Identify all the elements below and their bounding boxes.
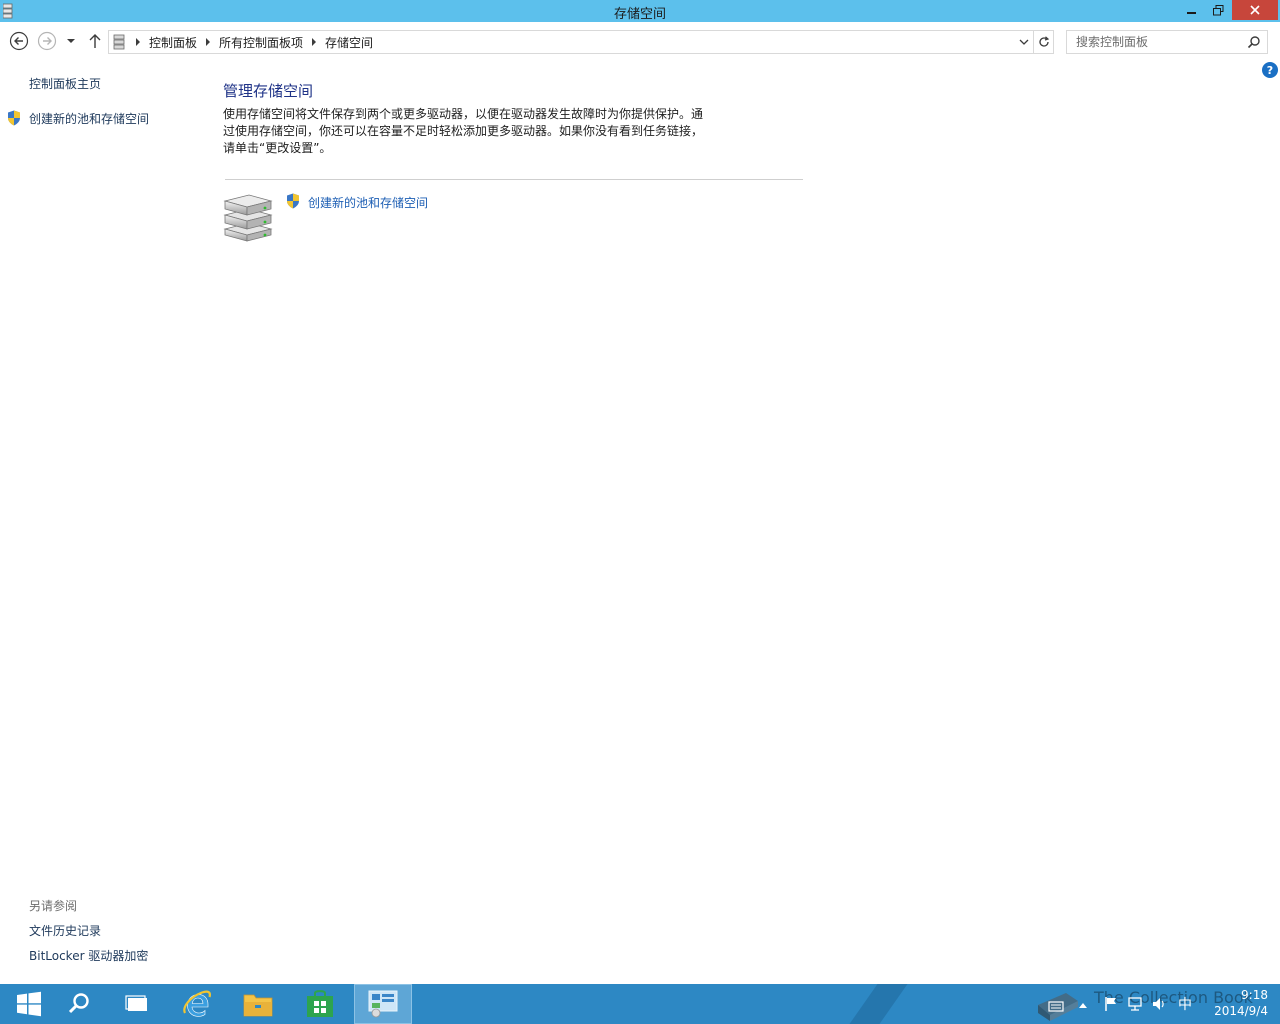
file-history-link[interactable]: 文件历史记录 — [29, 922, 101, 939]
breadcrumb-control-panel[interactable]: 控制面板 — [145, 34, 201, 51]
help-icon[interactable]: ? — [1262, 62, 1278, 78]
breadcrumb: 控制面板 所有控制面板项 存储空间 — [113, 31, 377, 53]
breadcrumb-separator-icon[interactable] — [201, 31, 215, 53]
up-arrow-icon — [89, 34, 101, 48]
task-view-icon — [125, 995, 147, 1011]
breadcrumb-all-items[interactable]: 所有控制面板项 — [215, 34, 307, 51]
ime-indicator[interactable]: 中 — [1178, 994, 1192, 1014]
store-button[interactable] — [291, 984, 349, 1024]
control-panel-home-link[interactable]: 控制面板主页 — [29, 75, 101, 92]
uac-shield-icon — [8, 110, 20, 126]
ie-icon — [183, 990, 211, 1017]
navigation-bar: 控制面板 所有控制面板项 存储空间 — [0, 22, 1280, 60]
breadcrumb-separator-icon[interactable] — [307, 31, 321, 53]
chevron-down-icon — [1019, 39, 1029, 45]
close-button[interactable] — [1232, 0, 1278, 20]
storage-spaces-icon — [113, 34, 125, 50]
minimize-button[interactable] — [1180, 0, 1204, 20]
volume-icon[interactable] — [1151, 996, 1167, 1012]
breadcrumb-separator-icon[interactable] — [131, 31, 145, 53]
clock[interactable]: 9:18 2014/9/4 — [1196, 987, 1268, 1019]
back-button[interactable] — [9, 31, 29, 51]
start-icon — [17, 991, 41, 1017]
clock-time: 9:18 — [1241, 988, 1268, 1002]
create-pool-task-link[interactable]: 创建新的池和存储空间 — [308, 194, 428, 211]
refresh-button[interactable] — [1033, 31, 1053, 53]
file-explorer-button[interactable] — [229, 984, 287, 1024]
taskbar-decoration — [835, 984, 915, 1024]
search-icon[interactable] — [1247, 35, 1261, 49]
recent-dropdown-icon — [67, 39, 75, 43]
keyboard-icon[interactable] — [1048, 998, 1064, 1014]
breadcrumb-storage-spaces[interactable]: 存储空间 — [321, 34, 377, 51]
create-pool-link[interactable]: 创建新的池和存储空间 — [29, 110, 149, 127]
refresh-icon — [1038, 36, 1049, 47]
control-panel-taskbar-button[interactable] — [354, 984, 412, 1024]
internet-explorer-button[interactable] — [168, 984, 226, 1024]
back-arrow-icon — [9, 31, 29, 51]
action-center-flag-icon[interactable] — [1103, 996, 1119, 1012]
see-also-heading: 另请参阅 — [29, 899, 78, 913]
page-description: 使用存储空间将文件保存到两个或更多驱动器，以便在驱动器发生故障时为你提供保护。通… — [223, 107, 704, 155]
clock-date: 2014/9/4 — [1214, 1004, 1268, 1018]
bitlocker-link[interactable]: BitLocker 驱动器加密 — [29, 947, 148, 964]
storage-spaces-icon — [223, 194, 273, 242]
taskbar: The Collection Book 中 9:18 2014/9/4 — [0, 984, 1280, 1024]
search-input[interactable] — [1067, 31, 1245, 53]
search-button[interactable] — [50, 984, 108, 1024]
minimize-icon — [1187, 12, 1196, 14]
uac-shield-icon — [287, 193, 299, 209]
address-bar[interactable]: 控制面板 所有控制面板项 存储空间 — [108, 30, 1054, 54]
left-pane: 控制面板主页 创建新的池和存储空间 另请参阅 文件历史记录 BitLocker … — [0, 60, 200, 980]
file-explorer-icon — [243, 994, 273, 1017]
store-icon — [307, 990, 333, 1017]
forward-button[interactable] — [37, 31, 57, 51]
restore-icon — [1212, 4, 1223, 15]
page-title: 管理存储空间 — [223, 82, 314, 100]
control-panel-icon — [368, 990, 398, 1018]
search-icon — [68, 993, 89, 1014]
close-icon — [1250, 5, 1260, 15]
forward-arrow-icon — [37, 31, 57, 51]
up-button[interactable] — [85, 31, 105, 51]
restore-button[interactable] — [1206, 0, 1230, 20]
divider — [225, 179, 803, 180]
window-title: 存储空间 — [613, 7, 666, 22]
search-box[interactable] — [1066, 30, 1268, 54]
address-dropdown-button[interactable] — [1015, 31, 1033, 53]
title-bar: 存储空间 — [0, 0, 1280, 22]
task-view-button[interactable] — [108, 984, 166, 1024]
show-hidden-icons-button[interactable] — [1077, 998, 1089, 1014]
recent-locations-button[interactable] — [62, 31, 80, 51]
network-icon[interactable] — [1127, 996, 1143, 1012]
